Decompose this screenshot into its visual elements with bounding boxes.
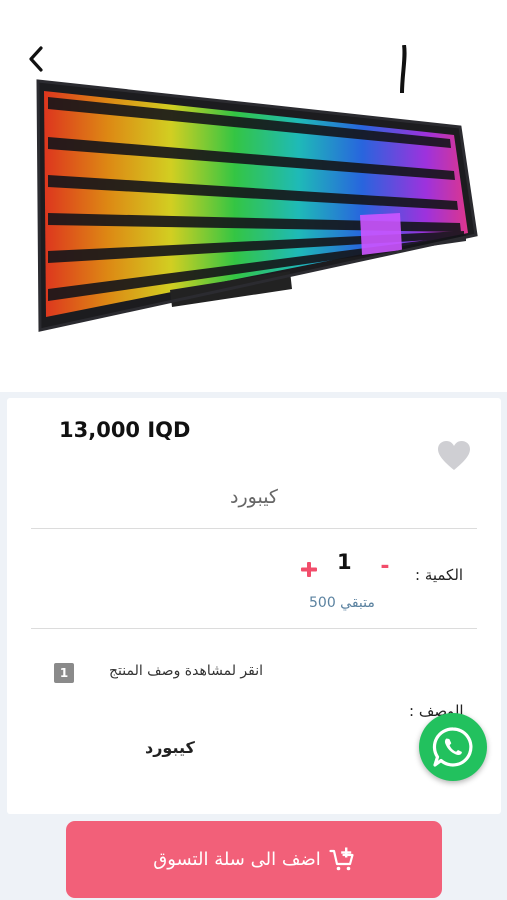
description-value: كيبورد <box>145 738 195 757</box>
whatsapp-button[interactable] <box>419 713 487 781</box>
description-count-badge: 1 <box>54 663 74 683</box>
product-price: 13,000 IQD <box>59 418 191 442</box>
quantity-label: الكمية : <box>415 566 464 584</box>
add-to-cart-label: اضف الى سلة التسوق <box>153 849 321 870</box>
product-name: كيبورد <box>230 486 278 508</box>
whatsapp-icon <box>432 727 473 767</box>
quantity-increase-button[interactable] <box>298 556 320 582</box>
heart-icon <box>438 441 470 470</box>
divider <box>31 528 477 529</box>
product-hero <box>0 0 507 392</box>
divider <box>31 628 477 629</box>
show-description-link[interactable]: انقر لمشاهدة وصف المنتج <box>109 663 263 679</box>
keyboard-product-image <box>36 45 478 332</box>
plus-icon <box>301 562 317 577</box>
quantity-decrease-button[interactable]: - <box>375 554 395 582</box>
stock-remaining: متبقي 500 <box>309 595 375 611</box>
add-to-cart-button[interactable]: اضف الى سلة التسوق <box>66 821 442 898</box>
add-to-cart-icon <box>329 847 354 870</box>
quantity-value: 1 <box>337 550 352 574</box>
favorite-button[interactable] <box>437 440 471 472</box>
